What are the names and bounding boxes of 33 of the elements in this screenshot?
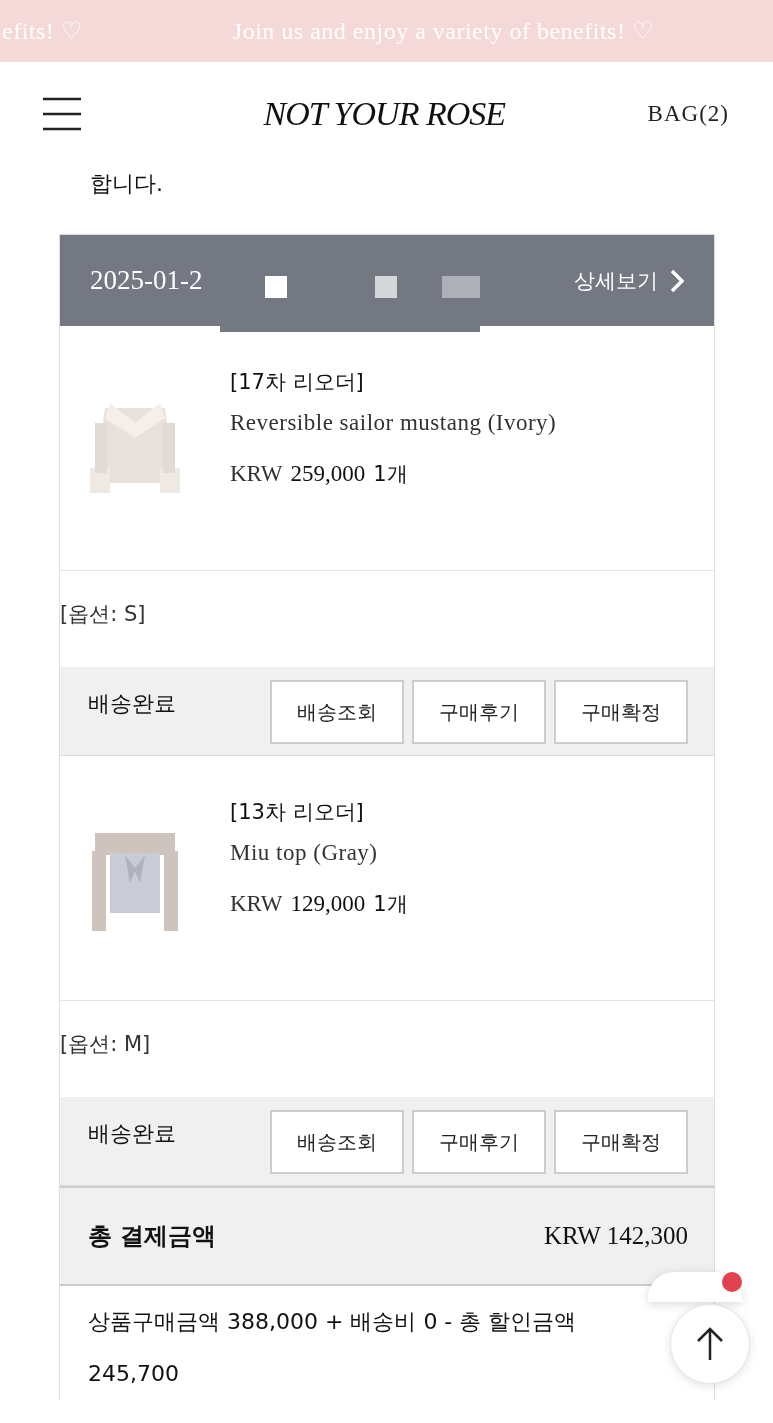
product-name[interactable]: Miu top (Gray) [230, 840, 408, 866]
order-action-button[interactable]: 구매확정 [554, 680, 688, 744]
product-name[interactable]: Reversible sailor mustang (Ivory) [230, 410, 557, 436]
order-action-button[interactable]: 배송조회 [270, 680, 404, 744]
chat-button[interactable] [648, 1272, 742, 1302]
option-text: [옵션: M] [60, 1031, 151, 1058]
product-price: 129,000 [290, 891, 366, 917]
payment-breakdown: 상품구매금액 388,000 + 배송비 0 - 총 할인금액 245,700 [87, 1308, 578, 1388]
quantity-text: 1개 [373, 461, 408, 488]
notice-text: 합니다. [89, 170, 164, 198]
scroll-top-button[interactable] [670, 1304, 750, 1384]
menu-icon[interactable] [43, 96, 81, 131]
delivery-status: 배송완료 [88, 690, 176, 718]
option-text: [옵션: S] [60, 601, 146, 628]
order-action-button[interactable]: 구매후기 [412, 1110, 546, 1174]
currency-label: KRW [230, 891, 283, 917]
reorder-label: [17차 리오더] [230, 369, 365, 396]
total-label: 총 결제금액 [88, 1221, 217, 1252]
order-date: 2025-01-2 [90, 265, 203, 296]
chevron-right-icon [670, 268, 684, 293]
order-action-button[interactable]: 구매후기 [412, 680, 546, 744]
order-action-button[interactable]: 구매확정 [554, 1110, 688, 1174]
detail-link[interactable]: 상세보기 [574, 266, 684, 295]
reorder-label: [13차 리오더] [230, 799, 365, 826]
delivery-status: 배송완료 [88, 1120, 176, 1148]
quantity-text: 1개 [373, 891, 408, 918]
brand-logo[interactable]: NOT YOUR ROSE [263, 94, 505, 133]
arrow-up-icon [695, 1326, 725, 1362]
bag-link[interactable]: BAG(2) [647, 100, 729, 127]
currency-label: KRW [230, 461, 283, 487]
order-action-button[interactable]: 배송조회 [270, 1110, 404, 1174]
product-price: 259,000 [290, 461, 366, 487]
total-amount: KRW 142,300 [544, 1222, 688, 1250]
